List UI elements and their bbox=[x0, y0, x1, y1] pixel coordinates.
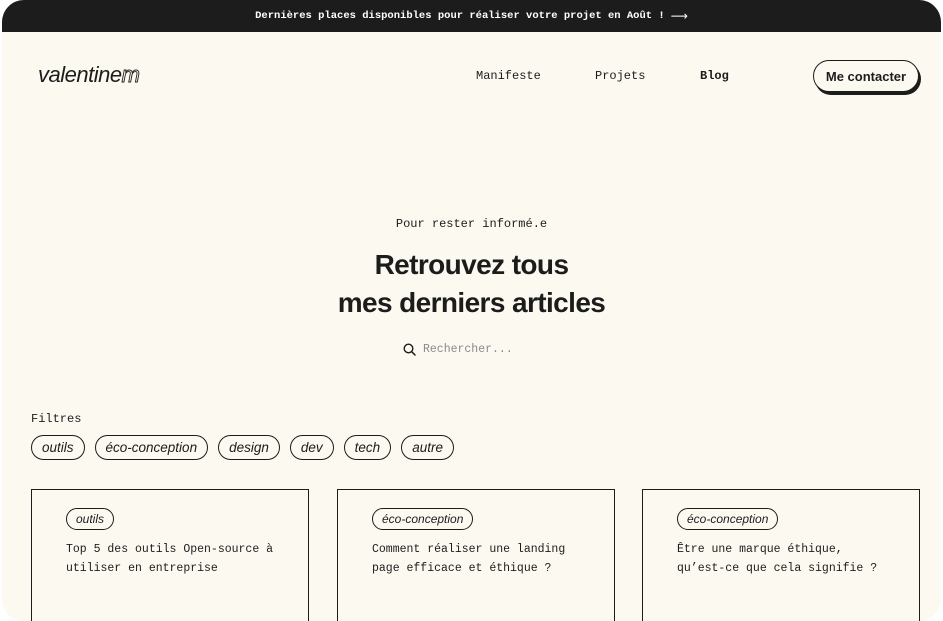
search-input[interactable] bbox=[423, 343, 543, 356]
article-tag[interactable]: outils bbox=[66, 508, 115, 530]
page-title: Retrouvez tous mes derniers articles bbox=[2, 246, 941, 322]
search-icon bbox=[403, 343, 416, 356]
contact-button[interactable]: Me contacter bbox=[813, 60, 919, 92]
filter-chip-design[interactable]: design bbox=[218, 435, 280, 460]
article-card[interactable]: éco-conception Être une marque éthique, … bbox=[642, 489, 920, 621]
hero-eyebrow: Pour rester informé.e bbox=[395, 217, 548, 231]
article-card[interactable]: éco-conception Comment réaliser une land… bbox=[337, 489, 615, 621]
page: Dernières places disponibles pour réalis… bbox=[2, 0, 941, 621]
announcement-banner[interactable]: Dernières places disponibles pour réalis… bbox=[2, 0, 941, 32]
filter-chip-eco-conception[interactable]: éco-conception bbox=[94, 435, 209, 460]
search-bar[interactable] bbox=[403, 343, 543, 356]
article-tag[interactable]: éco-conception bbox=[372, 508, 474, 530]
page-title-line-1: Retrouvez tous bbox=[374, 249, 569, 280]
logo[interactable]: valentinem bbox=[38, 62, 140, 88]
article-title[interactable]: Top 5 des outils Open-source à utiliser … bbox=[66, 540, 281, 578]
filter-chip-dev[interactable]: dev bbox=[289, 435, 334, 460]
nav-projets[interactable]: Projets bbox=[595, 69, 645, 83]
page-title-line-2: mes derniers articles bbox=[337, 287, 606, 318]
logo-mark: m bbox=[121, 62, 140, 88]
banner-text[interactable]: Dernières places disponibles pour réalis… bbox=[255, 10, 665, 22]
filters-label: Filtres bbox=[31, 412, 82, 426]
article-tag[interactable]: éco-conception bbox=[677, 508, 779, 530]
nav-blog[interactable]: Blog bbox=[700, 69, 729, 83]
filter-chips: outils éco-conception design dev tech au… bbox=[31, 435, 454, 460]
filter-chip-autre[interactable]: autre bbox=[401, 435, 454, 460]
nav-manifeste[interactable]: Manifeste bbox=[476, 69, 541, 83]
article-title[interactable]: Comment réaliser une landing page effica… bbox=[372, 540, 587, 578]
article-card[interactable]: outils Top 5 des outils Open-source à ut… bbox=[31, 489, 309, 621]
arrow-right-icon: ⟶ bbox=[670, 9, 688, 23]
logo-name: valentine bbox=[38, 62, 122, 87]
filter-chip-outils[interactable]: outils bbox=[31, 435, 85, 460]
filter-chip-tech[interactable]: tech bbox=[343, 435, 392, 460]
article-title[interactable]: Être une marque éthique, qu’est-ce que c… bbox=[677, 540, 892, 578]
